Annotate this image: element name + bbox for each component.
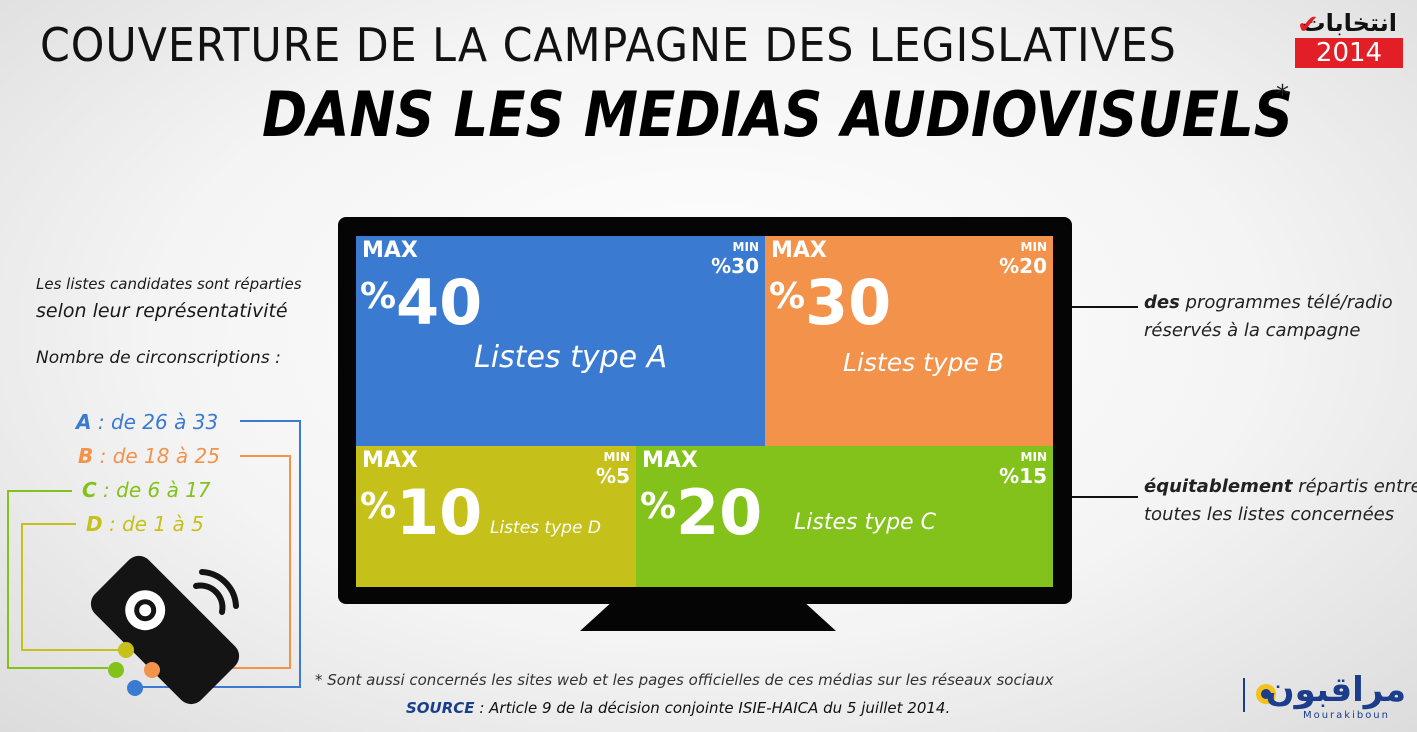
block-a-min-value: %30 xyxy=(711,254,759,278)
block-a-min-label: MIN xyxy=(732,240,759,254)
note-programmes-rest: programmes télé/radio xyxy=(1179,292,1393,313)
block-list-type-d: MAX MIN %5 % 10 Listes type D xyxy=(356,446,636,587)
block-d-list-label: Listes type D xyxy=(490,518,601,538)
note-equitable-bold: équitablement xyxy=(1144,476,1293,497)
note-programmes-bold: des xyxy=(1144,292,1180,313)
block-list-type-c: MAX MIN %15 % 20 Listes type C xyxy=(636,446,1053,587)
note-equitable-rest: répartis entre xyxy=(1292,476,1417,497)
source-label: SOURCE xyxy=(406,699,475,717)
block-b-max-value: 30 xyxy=(805,266,892,339)
logo-arabic-name: مراقبون xyxy=(1265,670,1406,710)
note-programmes: des programmes télé/radio xyxy=(1144,292,1393,313)
block-d-min-value: %5 xyxy=(596,464,630,488)
block-d-max-value: 10 xyxy=(396,476,483,549)
block-list-type-a: MAX MIN %30 % 40 Listes type A xyxy=(356,236,765,446)
note-programmes-line2: réservés à la campagne xyxy=(1144,320,1361,341)
block-b-list-label: Listes type B xyxy=(843,348,1004,377)
tv-stand xyxy=(580,603,836,631)
block-a-percent-sign: % xyxy=(360,276,397,317)
source-line: SOURCE : Article 9 de la décision conjoi… xyxy=(406,699,950,717)
block-c-max-label: MAX xyxy=(642,448,698,473)
block-d-min-label: MIN xyxy=(603,450,630,464)
block-c-max-value: 20 xyxy=(676,476,763,549)
block-c-list-label: Listes type C xyxy=(794,510,936,535)
block-d-max-label: MAX xyxy=(362,448,418,473)
block-c-min-label: MIN xyxy=(1020,450,1047,464)
block-d-percent-sign: % xyxy=(360,486,397,527)
logo-latin-name: Mourakiboun xyxy=(1302,710,1390,721)
block-c-percent-sign: % xyxy=(640,486,677,527)
block-b-max-label: MAX xyxy=(771,238,827,263)
remote-control-icon xyxy=(90,555,240,705)
block-a-list-label: Listes type A xyxy=(474,340,668,375)
block-c-min-value: %15 xyxy=(999,464,1047,488)
block-list-type-b: MAX MIN %20 % 30 Listes type B xyxy=(765,236,1053,446)
block-a-max-value: 40 xyxy=(396,266,483,339)
block-b-min-value: %20 xyxy=(999,254,1047,278)
note-equitable-line2: toutes les listes concernées xyxy=(1144,504,1395,525)
source-text: : Article 9 de la décision conjointe ISI… xyxy=(474,699,951,717)
tv-screen: MAX MIN %30 % 40 Listes type A MAX MIN %… xyxy=(356,236,1053,587)
block-b-min-label: MIN xyxy=(1020,240,1047,254)
note-equitable: équitablement répartis entre xyxy=(1144,476,1417,497)
block-a-max-label: MAX xyxy=(362,238,418,263)
footnote: * Sont aussi concernés les sites web et … xyxy=(315,671,1054,689)
mourakiboun-logo: مراقبون Mourakiboun xyxy=(1240,670,1410,726)
block-b-percent-sign: % xyxy=(769,276,806,317)
